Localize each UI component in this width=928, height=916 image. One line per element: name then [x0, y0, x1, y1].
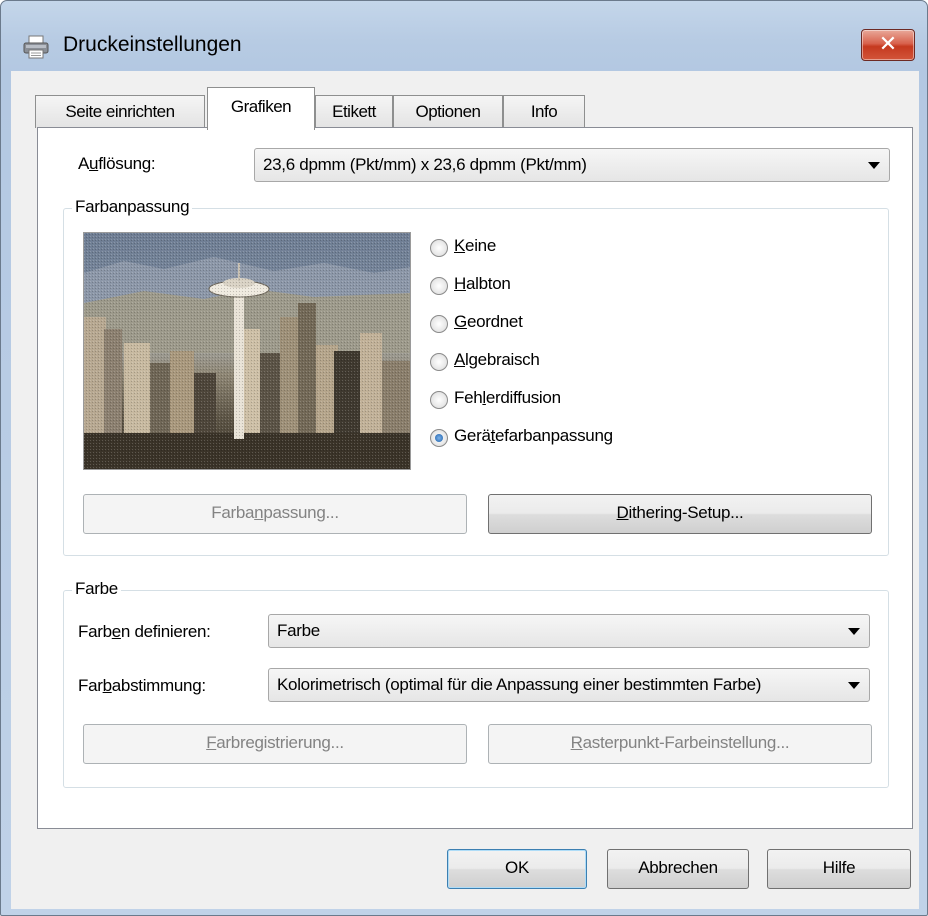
tab-optionen[interactable]: Optionen — [393, 95, 503, 128]
chevron-down-icon — [868, 162, 880, 169]
color-matching-label: Farbabstimmung: — [78, 676, 206, 695]
printer-icon — [23, 35, 49, 59]
tab-seite-einrichten[interactable]: Seite einrichten — [35, 95, 205, 128]
dithering-preview-image — [83, 232, 411, 470]
tab-etikett[interactable]: Etikett — [315, 95, 393, 128]
color-registration-button[interactable]: Farbregistrierung... — [83, 724, 467, 764]
radio-circle — [430, 391, 448, 409]
city-skyline-image — [84, 233, 410, 469]
farbanpassung-button[interactable]: Farbanpassung... — [83, 494, 467, 534]
window-title: Druckeinstellungen — [63, 33, 242, 56]
radio-circle — [430, 239, 448, 257]
tab-grafiken[interactable]: Grafiken — [207, 87, 315, 130]
title-bar[interactable]: Druckeinstellungen ✕ — [1, 1, 927, 81]
dialog-client-area: Seite einrichten Grafiken Etikett Option… — [11, 71, 919, 909]
chevron-down-icon — [848, 682, 860, 689]
define-colors-label: Farben definieren: — [78, 622, 211, 641]
radio-label-keine: Keine — [454, 236, 496, 255]
radio-label-algebraisch: Algebraisch — [454, 350, 540, 369]
cancel-button[interactable]: Abbrechen — [607, 849, 749, 889]
radio-circle — [430, 353, 448, 371]
radio-circle-selected — [430, 429, 448, 447]
raster-color-settings-button[interactable]: Rasterpunkt-Farbeinstellung... — [488, 724, 872, 764]
radio-label-fehlerdiffusion: Fehlerdiffusion — [454, 388, 561, 407]
help-button[interactable]: Hilfe — [767, 849, 911, 889]
close-icon: ✕ — [878, 32, 898, 57]
color-matching-dropdown[interactable]: Kolorimetrisch (optimal für die Anpassun… — [268, 668, 870, 702]
ok-button[interactable]: OK — [447, 849, 587, 889]
grafiken-tab-panel: Auflösung: 23,6 dpmm (Pkt/mm) x 23,6 dpm… — [37, 127, 913, 829]
resolution-label: Auflösung: — [78, 154, 156, 173]
print-settings-window: Druckeinstellungen ✕ Seite einrichten Gr… — [0, 0, 928, 916]
resolution-dropdown[interactable]: 23,6 dpmm (Pkt/mm) x 23,6 dpmm (Pkt/mm) — [254, 148, 890, 182]
define-colors-dropdown[interactable]: Farbe — [268, 614, 870, 648]
dithering-setup-button[interactable]: Dithering-Setup... — [488, 494, 872, 534]
radio-label-geraetefarbanpassung: Gerätefarbanpassung — [454, 426, 613, 445]
resolution-value: 23,6 dpmm (Pkt/mm) x 23,6 dpmm (Pkt/mm) — [263, 155, 587, 174]
tab-info[interactable]: Info — [503, 95, 585, 128]
chevron-down-icon — [848, 628, 860, 635]
color-matching-value: Kolorimetrisch (optimal für die Anpassun… — [277, 675, 762, 694]
radio-label-geordnet: Geordnet — [454, 312, 523, 331]
radio-circle — [430, 277, 448, 295]
color-group-title: Farbe — [72, 579, 121, 599]
radio-label-halbton: Halbton — [454, 274, 511, 293]
define-colors-value: Farbe — [277, 621, 320, 640]
radio-circle — [430, 315, 448, 333]
close-button[interactable]: ✕ — [861, 29, 915, 61]
color-matching-group-title: Farbanpassung — [72, 197, 193, 217]
